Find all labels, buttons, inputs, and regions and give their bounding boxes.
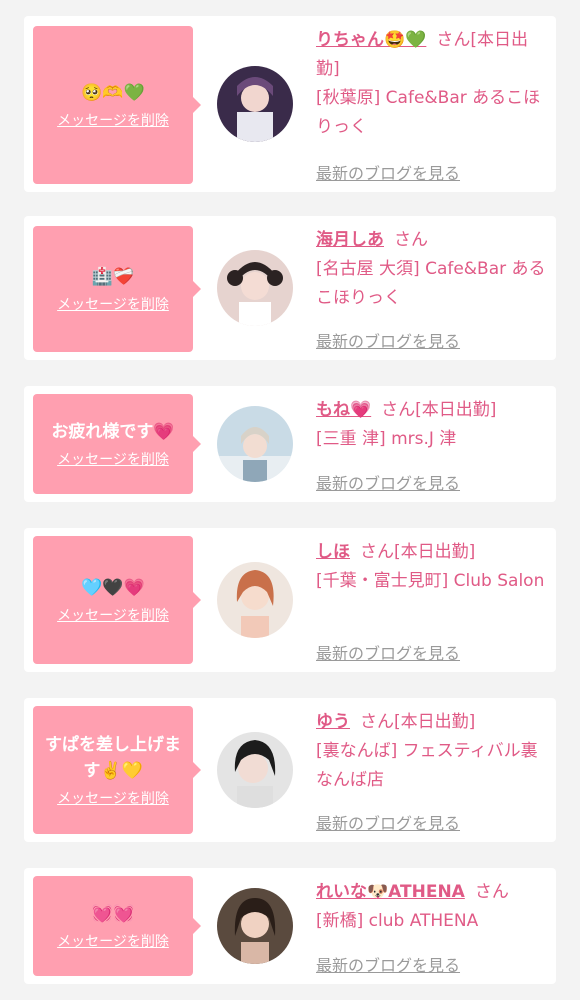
cast-info: りちゃん🤩💚 さん[本日出勤] [秋葉原] Cafe&Bar あるこほりっく bbox=[316, 26, 548, 142]
work-status: [本日出勤] bbox=[394, 542, 476, 562]
delete-message-link[interactable]: メッセージを削除 bbox=[57, 607, 169, 625]
avatar[interactable] bbox=[217, 66, 293, 142]
shop-location: [名古屋 大須] Cafe&Bar あるこほりっく bbox=[316, 259, 546, 308]
cast-name-link[interactable]: しほ bbox=[316, 542, 350, 562]
message-text: すぱを差し上げます✌️💛 bbox=[45, 735, 181, 781]
cast-info: 海月しあ さん [名古屋 大須] Cafe&Bar あるこほりっく bbox=[316, 226, 548, 313]
cast-info: れいな🐶ATHENA さん [新橋] club ATHENA bbox=[316, 878, 548, 936]
san-label: さん bbox=[381, 400, 416, 420]
latest-blog-link[interactable]: 最新のブログを見る bbox=[316, 640, 460, 664]
delete-message-link[interactable]: メッセージを削除 bbox=[57, 112, 169, 130]
message-card: 🩵🖤💗 メッセージを削除 しほ さん[本日出勤] [千葉・富士見町] Club S… bbox=[24, 528, 556, 672]
avatar[interactable] bbox=[217, 250, 293, 326]
cast-name-link[interactable]: 海月しあ bbox=[316, 230, 384, 250]
message-bubble: お疲れ様です💗 メッセージを削除 bbox=[33, 394, 201, 494]
message-card: 🏥❤️‍🩹 メッセージを削除 海月しあ さん [名古屋 大須] Cafe&Bar … bbox=[24, 216, 556, 360]
san-label: さん bbox=[394, 230, 428, 250]
message-card: 💓💓 メッセージを削除 れいな🐶ATHENA さん [新橋] club ATHEN… bbox=[24, 868, 556, 984]
latest-blog-link[interactable]: 最新のブログを見る bbox=[316, 328, 460, 352]
san-label: さん bbox=[360, 542, 394, 562]
work-status: [本日出勤] bbox=[394, 712, 476, 732]
san-label: さん bbox=[436, 30, 471, 50]
delete-message-link[interactable]: メッセージを削除 bbox=[57, 296, 169, 314]
message-card: 🥺🫶💚 メッセージを削除 りちゃん🤩💚 さん[本日出勤] [秋葉原] Cafe&B… bbox=[24, 16, 556, 192]
cast-info: しほ さん[本日出勤] [千葉・富士見町] Club Salon bbox=[316, 538, 548, 596]
message-bubble: 💓💓 メッセージを削除 bbox=[33, 876, 201, 976]
message-text: お疲れ様です💗 bbox=[51, 422, 175, 442]
shop-location: [新橋] club ATHENA bbox=[316, 911, 479, 931]
latest-blog-link[interactable]: 最新のブログを見る bbox=[316, 160, 460, 184]
shop-location: [裏なんば] フェスティバル裏なんば店 bbox=[316, 741, 538, 790]
message-text: 🩵🖤💗 bbox=[81, 578, 145, 598]
delete-message-link[interactable]: メッセージを削除 bbox=[57, 790, 169, 808]
latest-blog-link[interactable]: 最新のブログを見る bbox=[316, 810, 460, 834]
shop-location: [秋葉原] Cafe&Bar あるこほりっく bbox=[316, 88, 541, 137]
cast-name-link[interactable]: りちゃん🤩💚 bbox=[316, 30, 426, 50]
message-card: お疲れ様です💗 メッセージを削除 もね💗 さん[本日出勤] [三重 津] mrs.… bbox=[24, 386, 556, 502]
avatar[interactable] bbox=[217, 562, 293, 638]
cast-name-link[interactable]: ゆう bbox=[316, 712, 350, 732]
shop-location: [三重 津] mrs.J 津 bbox=[316, 429, 457, 449]
shop-location: [千葉・富士見町] Club Salon bbox=[316, 571, 545, 591]
work-status: [本日出勤] bbox=[415, 400, 497, 420]
avatar[interactable] bbox=[217, 888, 293, 964]
message-bubble: 🏥❤️‍🩹 メッセージを削除 bbox=[33, 226, 201, 352]
message-bubble: すぱを差し上げます✌️💛 メッセージを削除 bbox=[33, 706, 201, 834]
cast-name-link[interactable]: れいな🐶ATHENA bbox=[316, 882, 465, 902]
message-bubble: 🥺🫶💚 メッセージを削除 bbox=[33, 26, 201, 184]
latest-blog-link[interactable]: 最新のブログを見る bbox=[316, 470, 460, 494]
san-label: さん bbox=[360, 712, 394, 732]
latest-blog-link[interactable]: 最新のブログを見る bbox=[316, 952, 460, 976]
avatar[interactable] bbox=[217, 406, 293, 482]
message-text: 🥺🫶💚 bbox=[81, 83, 145, 103]
cast-info: もね💗 さん[本日出勤] [三重 津] mrs.J 津 bbox=[316, 396, 548, 454]
message-text: 🏥❤️‍🩹 bbox=[91, 267, 135, 287]
message-bubble: 🩵🖤💗 メッセージを削除 bbox=[33, 536, 201, 664]
message-card: すぱを差し上げます✌️💛 メッセージを削除 ゆう さん[本日出勤] [裏なんば] … bbox=[24, 698, 556, 842]
cast-name-link[interactable]: もね💗 bbox=[316, 400, 371, 420]
san-label: さん bbox=[474, 882, 509, 902]
message-list: 🥺🫶💚 メッセージを削除 りちゃん🤩💚 さん[本日出勤] [秋葉原] Cafe&B… bbox=[0, 0, 580, 1000]
cast-info: ゆう さん[本日出勤] [裏なんば] フェスティバル裏なんば店 bbox=[316, 708, 548, 795]
avatar[interactable] bbox=[217, 732, 293, 808]
delete-message-link[interactable]: メッセージを削除 bbox=[57, 933, 169, 951]
message-text: 💓💓 bbox=[91, 904, 135, 924]
delete-message-link[interactable]: メッセージを削除 bbox=[57, 451, 169, 469]
